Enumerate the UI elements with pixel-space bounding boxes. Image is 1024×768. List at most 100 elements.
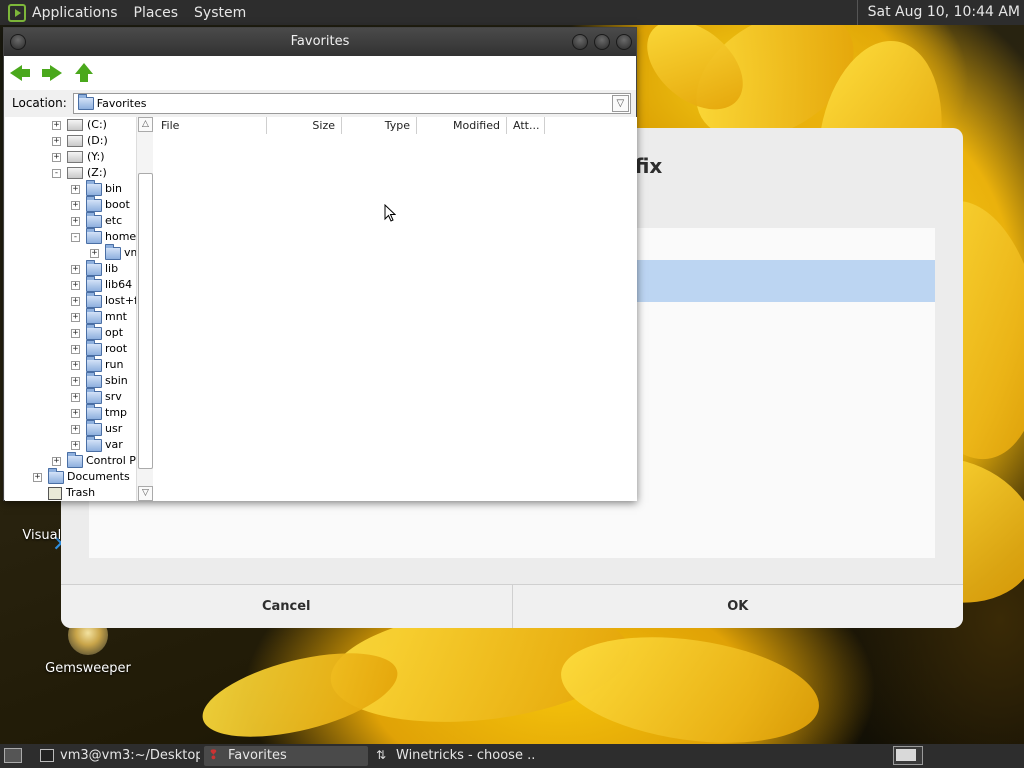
collapse-icon[interactable]: - [52,168,61,178]
tree-item[interactable]: + (D:) [52,133,108,149]
clock[interactable]: Sat Aug 10, 10:44 AM [856,0,1020,25]
file-list[interactable]: File Size Type Modified Att... [155,117,637,501]
forward-arrow-icon[interactable] [42,63,62,83]
tree-item[interactable]: + bin [71,179,122,197]
scroll-down-button[interactable]: ▽ [138,486,153,501]
tree-item-label: var [105,438,123,451]
expand-icon[interactable]: + [71,440,80,450]
collapse-icon[interactable]: - [71,232,80,242]
tree-item[interactable]: + usr [71,419,123,437]
expand-icon[interactable]: + [71,296,80,306]
ok-button[interactable]: OK [512,585,963,628]
expand-icon[interactable]: + [71,216,80,226]
window-menu-icon[interactable] [10,34,26,50]
tree-item[interactable]: + boot [71,195,130,213]
tree-item[interactable]: + lost+fo [71,291,145,309]
close-icon[interactable] [616,34,632,50]
task-favorites[interactable]: ❢ Favorites [204,746,368,766]
tree-item[interactable]: + opt [71,323,124,341]
folder-icon [86,371,102,388]
tree-item[interactable]: + sbin [71,371,128,389]
cancel-button[interactable]: Cancel [61,585,513,628]
tree-item[interactable]: + root [71,339,128,357]
expand-icon[interactable]: + [71,200,80,210]
expand-icon[interactable]: + [71,344,80,354]
expand-icon[interactable]: + [52,120,61,130]
column-attributes[interactable]: Att... [507,117,545,134]
window-titlebar[interactable]: Favorites [4,28,636,56]
folder-icon [86,179,102,196]
expand-icon[interactable]: + [52,136,61,146]
column-modified[interactable]: Modified [417,117,507,134]
folder-icon [86,259,102,276]
expand-icon[interactable]: + [71,264,80,274]
task-label: Favorites [228,748,287,763]
location-combo[interactable]: Favorites ▽ [72,92,631,114]
tree-item-label: root [105,342,128,355]
expand-icon[interactable]: + [71,328,80,338]
expand-icon[interactable]: + [90,248,99,258]
expand-icon[interactable]: + [71,392,80,402]
up-arrow-icon[interactable] [74,63,94,83]
folder-icon [77,93,94,110]
task-winetricks[interactable]: ⇅ Winetricks - choose ... [372,746,536,766]
tree-item[interactable]: + (Y:) [52,149,105,165]
scroll-thumb[interactable] [138,173,153,469]
back-arrow-icon[interactable] [10,63,30,83]
tree-item[interactable]: + lib64 [71,275,132,293]
column-file[interactable]: File [155,117,267,134]
trash-icon [48,486,62,500]
show-desktop-icon[interactable] [4,748,22,763]
tree-item[interactable]: - (Z:) [52,165,107,181]
bottom-taskbar: vm3@vm3:~/Desktop ❢ Favorites ⇅ Winetric… [0,744,1024,768]
tree-item-label: sbin [105,374,128,387]
expand-icon[interactable]: + [52,456,61,466]
menu-applications[interactable]: Applications [32,5,118,21]
expand-icon[interactable]: + [71,312,80,322]
column-size[interactable]: Size [267,117,342,134]
folder-icon [86,323,102,340]
tree-scrollbar[interactable]: △ ▽ [136,117,153,501]
tree-item[interactable]: + srv [71,387,122,405]
distro-logo-icon[interactable] [8,3,26,22]
tree-item[interactable]: + lib [71,259,118,277]
tree-item[interactable]: + etc [71,211,122,229]
scroll-up-button[interactable]: △ [138,117,153,132]
tree-item[interactable]: Trash [33,485,95,501]
tree-item-label: (Z:) [87,166,107,179]
expand-icon[interactable]: + [71,424,80,434]
expand-icon[interactable]: + [71,360,80,370]
tree-item[interactable]: + mnt [71,307,127,325]
drive-icon [67,167,83,179]
expand-icon[interactable]: + [71,408,80,418]
task-terminal[interactable]: vm3@vm3:~/Desktop [36,746,200,766]
tree-item-label: Documents [67,470,130,483]
winetricks-icon: ⇅ [376,748,387,762]
folder-icon [86,307,102,324]
chevron-down-icon[interactable]: ▽ [611,94,629,112]
tree-item[interactable]: + var [71,435,123,453]
menu-places[interactable]: Places [134,5,179,21]
expand-icon[interactable]: + [71,184,80,194]
tree-item[interactable]: + run [71,355,123,373]
menu-system[interactable]: System [194,5,246,21]
column-type[interactable]: Type [342,117,417,134]
workspace-switcher[interactable] [893,746,923,765]
folder-tree: + (C:) + (D:) + (Y:) - (Z:) + bin + boot + etc - home + v… [5,117,155,501]
tree-item-label: mnt [105,310,127,323]
minimize-icon[interactable] [572,34,588,50]
tree-item[interactable]: + (C:) [52,117,107,133]
folder-icon [105,243,121,260]
tree-item-label: usr [105,422,123,435]
folder-icon [67,451,83,468]
maximize-icon[interactable] [594,34,610,50]
expand-icon[interactable]: + [52,152,61,162]
expand-icon[interactable]: + [71,376,80,386]
tree-item-label: opt [105,326,124,339]
tree-item[interactable]: + Control Pan [52,451,149,469]
tree-item[interactable]: + tmp [71,403,127,421]
tree-item[interactable]: + Documents [33,467,130,485]
expand-icon[interactable]: + [33,472,42,482]
tree-item[interactable]: - home [71,227,136,245]
expand-icon[interactable]: + [71,280,80,290]
